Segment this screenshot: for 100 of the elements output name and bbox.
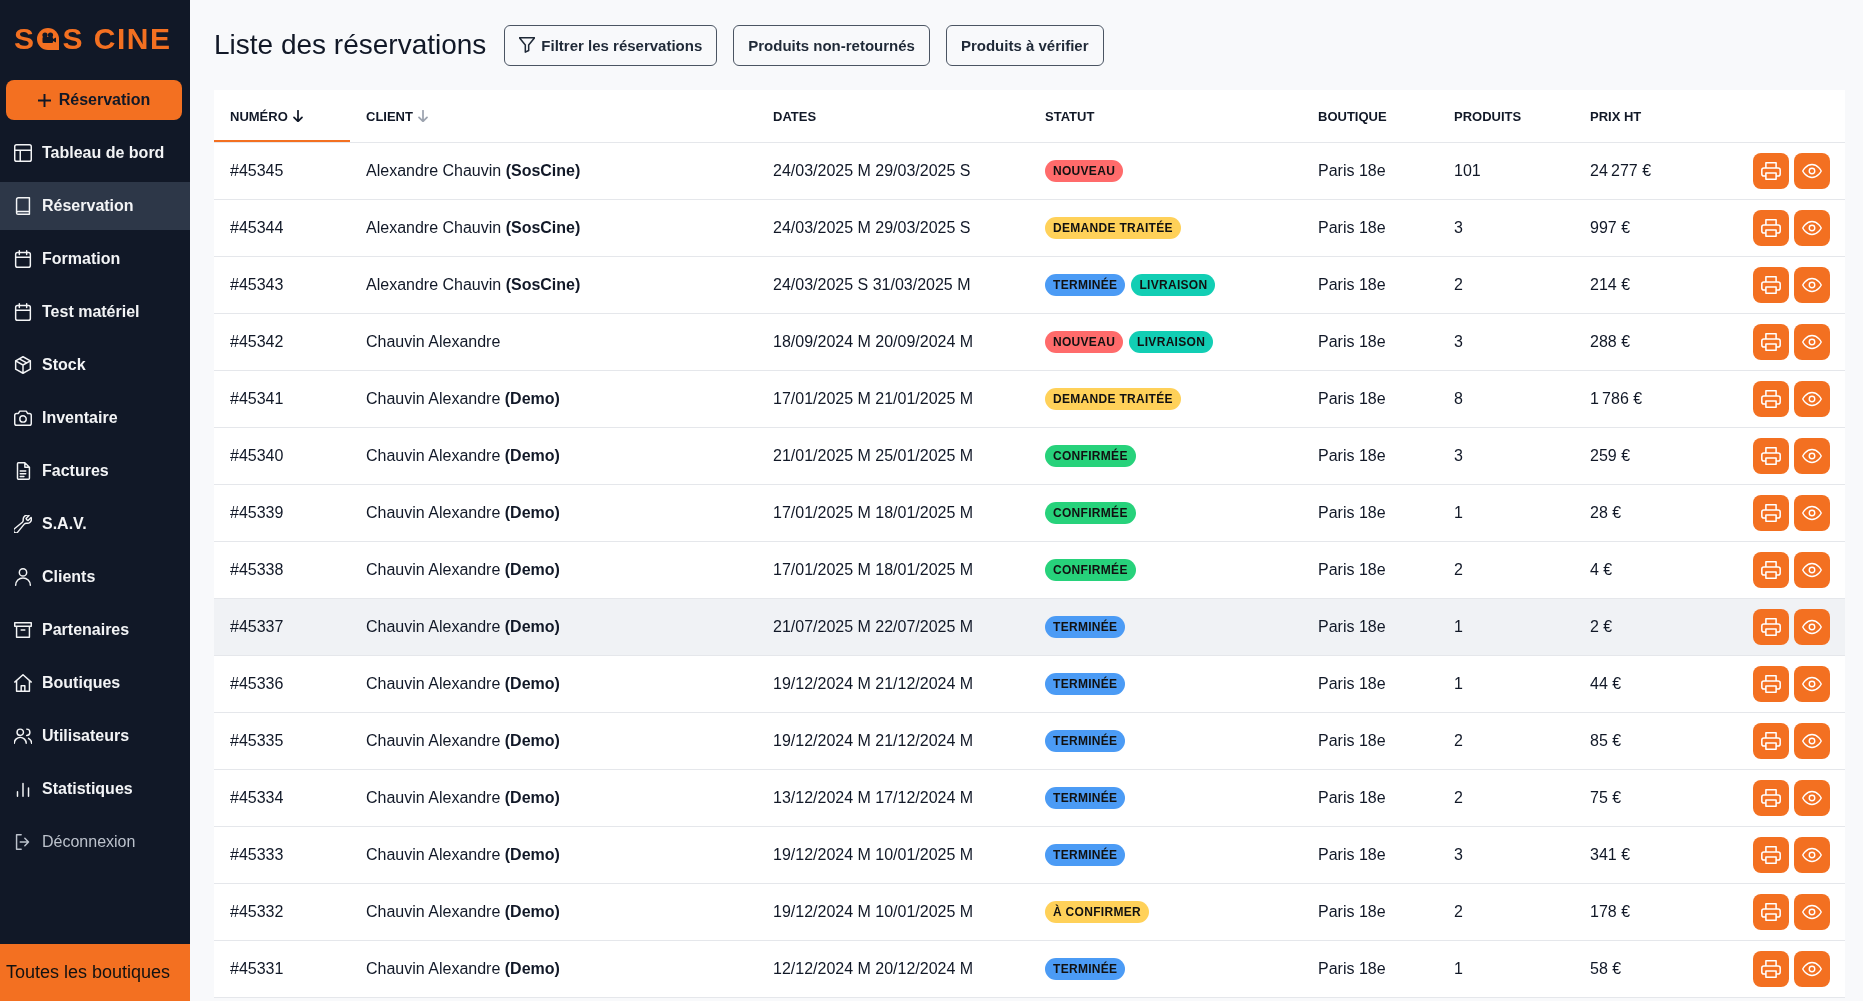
printer-icon <box>1761 333 1781 351</box>
reservation-number: #45334 <box>230 789 284 806</box>
store-name: Paris 18e <box>1318 960 1386 977</box>
column-header[interactable]: CLIENT <box>350 90 757 142</box>
store-name: Paris 18e <box>1318 219 1386 236</box>
print-button[interactable] <box>1753 153 1789 189</box>
store-name: Paris 18e <box>1318 162 1386 179</box>
layout-icon <box>14 144 32 162</box>
nav-item[interactable]: Tableau de bord <box>0 129 190 177</box>
view-button[interactable] <box>1794 153 1830 189</box>
print-button[interactable] <box>1753 894 1789 930</box>
new-reservation-button[interactable]: Réservation <box>6 80 182 120</box>
nav-item[interactable]: Clients <box>0 553 190 601</box>
client-name: Chauvin Alexandre (Demo) <box>366 618 560 635</box>
nav-item[interactable]: Réservation <box>0 182 190 230</box>
print-button[interactable] <box>1753 210 1789 246</box>
view-button[interactable] <box>1794 951 1830 987</box>
product-count: 1 <box>1454 618 1463 635</box>
camera-icon <box>14 409 32 427</box>
print-button[interactable] <box>1753 666 1789 702</box>
product-count: 2 <box>1454 789 1463 806</box>
filter-button[interactable]: Filtrer les réservations <box>504 24 718 66</box>
print-button[interactable] <box>1753 951 1789 987</box>
print-button[interactable] <box>1753 324 1789 360</box>
logo-text: S CINE <box>62 24 172 54</box>
print-button[interactable] <box>1753 609 1789 645</box>
column-header: PRIX HT <box>1589 107 1643 126</box>
view-button[interactable] <box>1794 609 1830 645</box>
print-button[interactable] <box>1753 381 1789 417</box>
users-icon <box>14 727 32 745</box>
view-button[interactable] <box>1794 381 1830 417</box>
nav-item[interactable]: Statistiques <box>0 765 190 813</box>
status-badge: DEMANDE TRAITÉE <box>1045 388 1181 410</box>
eye-icon <box>1802 789 1822 807</box>
product-count: 8 <box>1454 390 1463 407</box>
store-name: Paris 18e <box>1318 846 1386 863</box>
date-range: 18/09/2024 M 20/09/2024 M <box>773 333 974 350</box>
date-range: 17/01/2025 M 21/01/2025 M <box>773 390 974 407</box>
view-button[interactable] <box>1794 723 1830 759</box>
column-header[interactable]: NUMÉRO <box>214 90 350 142</box>
printer-icon <box>1761 447 1781 465</box>
view-button[interactable] <box>1794 495 1830 531</box>
print-button[interactable] <box>1753 267 1789 303</box>
nav-item[interactable]: Test matériel <box>0 288 190 336</box>
product-count: 2 <box>1454 732 1463 749</box>
view-button[interactable] <box>1794 780 1830 816</box>
view-button[interactable] <box>1794 894 1830 930</box>
eye-icon <box>1802 846 1822 864</box>
print-button[interactable] <box>1753 495 1789 531</box>
store-selector[interactable]: Toutes les boutiques <box>0 944 190 1001</box>
print-button[interactable] <box>1753 837 1789 873</box>
product-count: 1 <box>1454 960 1463 977</box>
product-count: 1 <box>1454 675 1463 692</box>
nav-item[interactable]: Factures <box>0 447 190 495</box>
view-button[interactable] <box>1794 438 1830 474</box>
view-button[interactable] <box>1794 666 1830 702</box>
column-header: DATES <box>772 107 818 126</box>
product-count: 2 <box>1454 903 1463 920</box>
print-button[interactable] <box>1753 780 1789 816</box>
view-button[interactable] <box>1794 210 1830 246</box>
status-badge: TERMINÉE <box>1045 958 1126 980</box>
client-name: Chauvin Alexandre (Demo) <box>366 903 560 920</box>
product-count: 1 <box>1454 504 1463 521</box>
nav-item[interactable]: Stock <box>0 341 190 389</box>
date-range: 12/12/2024 M 20/12/2024 M <box>773 960 974 977</box>
toolbar-button[interactable]: Produits non-retournés <box>733 24 930 66</box>
nav-item[interactable]: S.A.V. <box>0 500 190 548</box>
nav-item[interactable]: Déconnexion <box>0 818 190 866</box>
user-icon <box>14 568 32 586</box>
print-button[interactable] <box>1753 723 1789 759</box>
date-range: 19/12/2024 M 10/01/2025 M <box>773 846 974 863</box>
price: 28 € <box>1590 504 1622 521</box>
nav-item[interactable]: Boutiques <box>0 659 190 707</box>
eye-icon <box>1802 390 1822 408</box>
store-name: Paris 18e <box>1318 789 1386 806</box>
print-button[interactable] <box>1753 552 1789 588</box>
nav-item[interactable]: Inventaire <box>0 394 190 442</box>
reservation-number: #45333 <box>230 846 284 863</box>
view-button[interactable] <box>1794 267 1830 303</box>
column-header: PRODUITS <box>1453 107 1523 126</box>
product-count: 2 <box>1454 561 1463 578</box>
reservation-number: #45341 <box>230 390 284 407</box>
eye-icon <box>1802 618 1822 636</box>
price: 75 € <box>1590 789 1622 806</box>
toolbar-button[interactable]: Produits à vérifier <box>945 24 1104 66</box>
status-badge: CONFIRMÉE <box>1045 502 1136 524</box>
nav-item[interactable]: Partenaires <box>0 606 190 654</box>
view-button[interactable] <box>1794 324 1830 360</box>
product-count: 3 <box>1454 219 1463 236</box>
nav-item[interactable]: Utilisateurs <box>0 712 190 760</box>
reservation-number: #45343 <box>230 276 284 293</box>
view-button[interactable] <box>1794 837 1830 873</box>
price: 997 € <box>1590 219 1631 236</box>
price: 178 € <box>1590 903 1631 920</box>
reservation-number: #45344 <box>230 219 284 236</box>
print-button[interactable] <box>1753 438 1789 474</box>
store-name: Paris 18e <box>1318 390 1386 407</box>
view-button[interactable] <box>1794 552 1830 588</box>
nav-item[interactable]: Formation <box>0 235 190 283</box>
date-range: 17/01/2025 M 18/01/2025 M <box>773 504 974 521</box>
